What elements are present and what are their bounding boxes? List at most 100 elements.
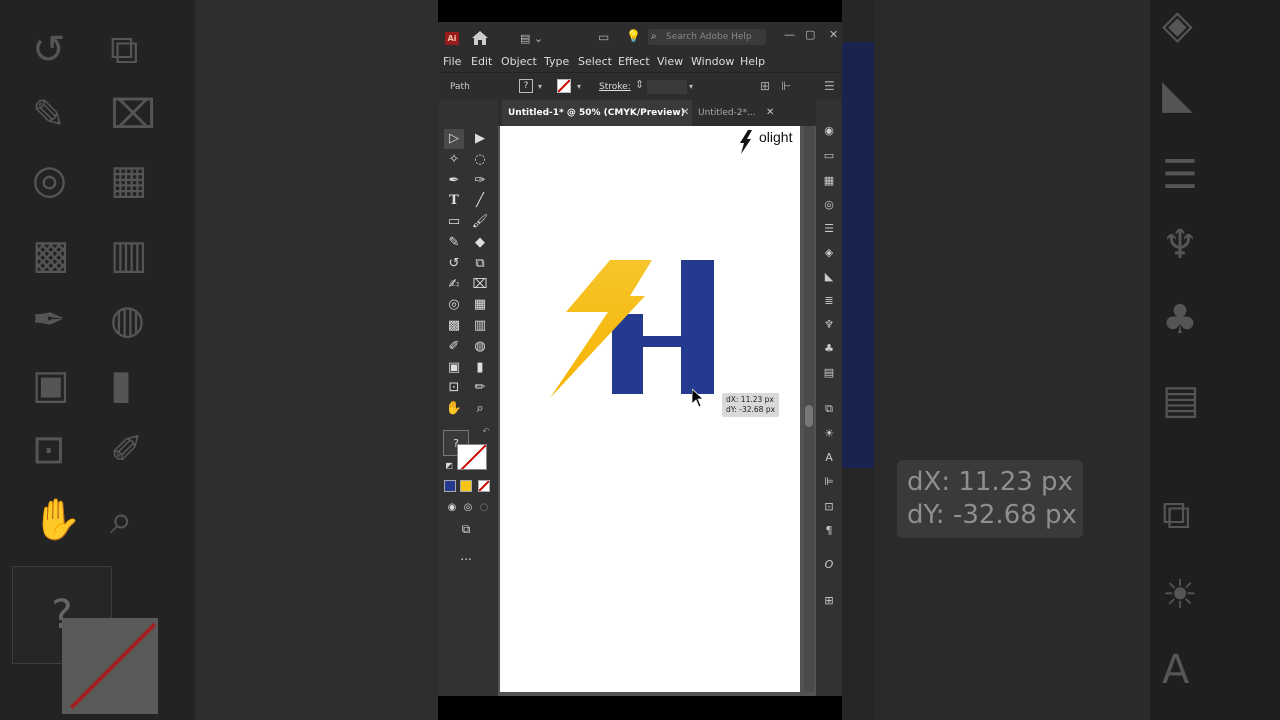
mesh-icon: ▩ xyxy=(32,232,70,278)
panel-dock: ◉ ▭ ▦ ◎ ☰ ◈ ◣ ≣ ♆ ♣ ▤ ⧉ ☀ A ⊫ ⊡ ¶ O ⊞ xyxy=(816,100,842,696)
selection-type-label: Path xyxy=(450,82,470,92)
h-bolt-logo[interactable] xyxy=(548,258,718,403)
scale-icon: ⧉ xyxy=(110,27,139,73)
libraries-icon[interactable]: ▤ xyxy=(822,366,836,380)
curvature-tool-icon[interactable]: ✑ xyxy=(470,171,490,191)
menu-effect[interactable]: Effect xyxy=(618,55,650,68)
brushes-icon[interactable]: ♆ xyxy=(822,318,836,332)
chevron-down-icon[interactable]: ▾ xyxy=(577,82,581,91)
panel-menu-icon[interactable]: ☰ xyxy=(824,79,835,93)
magic-wand-tool-icon[interactable]: ✧ xyxy=(444,150,464,170)
selection-tool-icon[interactable]: ▷ xyxy=(444,129,464,149)
minimize-button[interactable]: — xyxy=(784,28,795,41)
type-tool-icon[interactable]: T xyxy=(444,191,464,211)
swap-colors-icon[interactable]: ↶ xyxy=(476,422,496,442)
menu-object[interactable]: Object xyxy=(501,55,537,68)
shape-builder-icon: ◎ xyxy=(32,157,67,203)
stroke-color-box[interactable] xyxy=(457,444,487,470)
eraser-tool-icon[interactable]: ◆ xyxy=(470,233,490,253)
transparency-icon[interactable]: ◎ xyxy=(822,198,836,212)
pathfinder-icon[interactable]: ⧉ xyxy=(822,402,836,416)
maximize-button[interactable]: ▢ xyxy=(805,28,815,41)
adjustments-icon[interactable]: ≣ xyxy=(822,294,836,308)
artboards-panel-icon[interactable]: ⊞ xyxy=(822,594,836,608)
screen-mode-icon[interactable]: ⧉ xyxy=(456,519,476,539)
symbols-icon[interactable]: ♣ xyxy=(822,342,836,356)
warp-tool-icon[interactable]: ✍ xyxy=(444,275,464,295)
menu-type[interactable]: Type xyxy=(544,55,569,68)
pen-tool-icon[interactable]: ✒ xyxy=(444,171,464,191)
align-icon[interactable]: ⊞ xyxy=(760,79,770,93)
appearance-icon[interactable]: ◣ xyxy=(822,270,836,284)
sun-icon[interactable]: ☀ xyxy=(822,427,836,441)
paintbrush-tool-icon[interactable]: 🖌 xyxy=(470,212,490,232)
search-input[interactable]: ⌕ Search Adobe Help xyxy=(648,29,766,45)
arrange-documents-icon[interactable]: ▭ xyxy=(598,30,609,44)
opentype-icon[interactable]: O xyxy=(822,558,836,572)
stroke-label[interactable]: Stroke: xyxy=(599,82,631,92)
transform-icon[interactable]: ⊡ xyxy=(822,500,836,514)
zoom-tool-icon[interactable]: ⌕ xyxy=(470,399,490,419)
color-guide-icon[interactable]: ◉ xyxy=(822,124,836,138)
gradient-icon: ▥ xyxy=(110,232,148,278)
blend-tool-icon[interactable]: ◍ xyxy=(470,337,490,357)
menu-select[interactable]: Select xyxy=(578,55,612,68)
paragraph-icon[interactable]: ¶ xyxy=(822,524,836,538)
menu-help[interactable]: Help xyxy=(740,55,765,68)
stroke-color-control[interactable] xyxy=(557,79,571,93)
fill-color-control[interactable]: ? xyxy=(519,79,533,93)
scrollbar-thumb[interactable] xyxy=(805,405,813,427)
background-right-blur: ◈ ◣ ☰ ♆ ♣ ▤ ⧉ ☀ A dX: 11.23 px dY: -32.6… xyxy=(842,0,1280,720)
home-icon[interactable] xyxy=(471,30,489,46)
hand-tool-icon[interactable]: ✋ xyxy=(444,399,464,419)
align-panel-icon[interactable]: ⊫ xyxy=(822,475,836,489)
direct-selection-tool-icon[interactable]: ▶ xyxy=(470,129,490,149)
free-transform-tool-icon[interactable]: ⌧ xyxy=(470,275,490,295)
close-button[interactable]: ✕ xyxy=(829,28,838,41)
gradient-panel-icon[interactable]: ▭ xyxy=(822,149,836,163)
eyedropper-tool-icon[interactable]: ✐ xyxy=(444,337,464,357)
artboard-tool-icon[interactable]: ⊡ xyxy=(444,378,464,398)
shaper-tool-icon[interactable]: ✎ xyxy=(444,233,464,253)
scale-tool-icon[interactable]: ⧉ xyxy=(470,254,490,274)
symbol-sprayer-tool-icon[interactable]: ▣ xyxy=(444,358,464,378)
menu-window[interactable]: Window xyxy=(691,55,734,68)
properties-icon[interactable]: ☰ xyxy=(822,222,836,236)
illustrator-window: Ai ▤ ⌄ ▭ 💡 ⌕ Search Adobe Help — ▢ ✕ Fil… xyxy=(438,0,842,720)
tab-untitled-1[interactable]: Untitled-1* @ 50% (CMYK/Preview) xyxy=(502,100,692,126)
slice-tool-icon[interactable]: ✏ xyxy=(470,378,490,398)
zoom-icon: ⌕ xyxy=(110,497,133,543)
lasso-tool-icon[interactable]: ◌ xyxy=(470,150,490,170)
chevron-down-icon[interactable]: ▾ xyxy=(689,82,693,91)
layers-icon[interactable]: ◈ xyxy=(822,246,836,260)
close-icon[interactable]: ✕ xyxy=(766,107,774,118)
draw-inside-icon[interactable]: ○ xyxy=(474,498,494,518)
menu-edit[interactable]: Edit xyxy=(471,55,492,68)
swatches-icon[interactable]: ▦ xyxy=(822,174,836,188)
shape-builder-tool-icon[interactable]: ◎ xyxy=(444,295,464,315)
menu-file[interactable]: File xyxy=(443,55,461,68)
stroke-stepper-icon[interactable]: ⇕ xyxy=(635,78,644,91)
edit-toolbar-icon[interactable]: ... xyxy=(456,546,476,566)
line-tool-icon[interactable]: ╱ xyxy=(470,191,490,211)
stroke-weight-field[interactable] xyxy=(647,80,687,94)
none-mode-swatch[interactable] xyxy=(478,480,490,492)
rectangle-tool-icon[interactable]: ▭ xyxy=(444,212,464,232)
rotate-tool-icon[interactable]: ↺ xyxy=(444,254,464,274)
menu-view[interactable]: View xyxy=(657,55,683,68)
chevron-down-icon[interactable]: ▾ xyxy=(538,82,542,91)
character-icon[interactable]: A xyxy=(822,451,836,465)
close-icon[interactable]: ✕ xyxy=(681,107,689,118)
distribute-icon[interactable]: ⊩ xyxy=(781,79,791,93)
color-mode-swatch[interactable] xyxy=(444,480,456,492)
workspace-switcher-icon[interactable]: ▤ ⌄ xyxy=(520,32,543,45)
graph-tool-icon[interactable]: ▮ xyxy=(470,358,490,378)
gradient-mode-swatch[interactable] xyxy=(460,480,472,492)
gradient-tool-icon[interactable]: ▥ xyxy=(470,316,490,336)
tab-untitled-2[interactable]: Untitled-2*... xyxy=(698,100,756,126)
perspective-grid-tool-icon[interactable]: ▦ xyxy=(470,295,490,315)
discover-icon[interactable]: 💡 xyxy=(626,29,641,43)
sun-icon: ☀ xyxy=(1162,572,1198,618)
default-colors-icon[interactable]: ◩ xyxy=(439,456,459,476)
mesh-tool-icon[interactable]: ▩ xyxy=(444,316,464,336)
